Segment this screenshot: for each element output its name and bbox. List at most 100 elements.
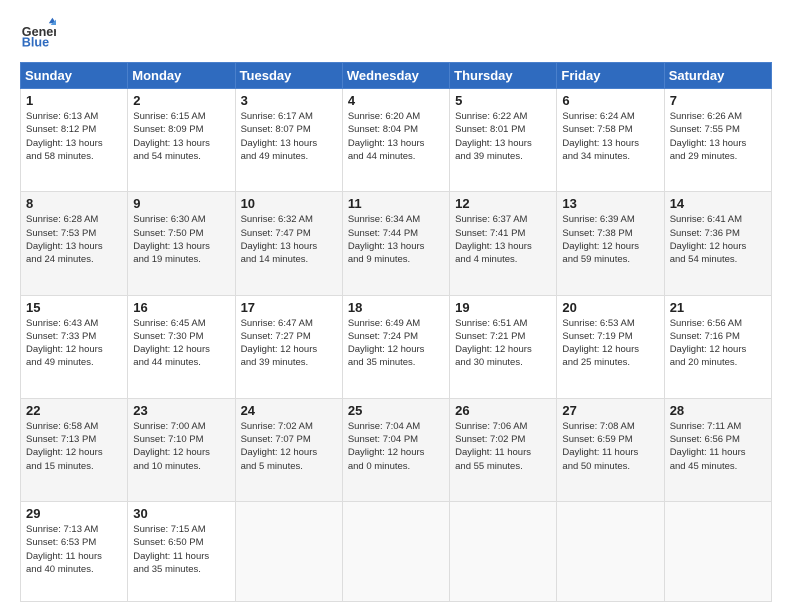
page: General Blue SundayMondayTuesdayWednesda… bbox=[0, 0, 792, 612]
calendar-cell: 4 Sunrise: 6:20 AM Sunset: 8:04 PM Daylig… bbox=[342, 89, 449, 192]
calendar-week-row: 1 Sunrise: 6:13 AM Sunset: 8:12 PM Daylig… bbox=[21, 89, 772, 192]
day-content: Sunrise: 6:53 AM Sunset: 7:19 PM Dayligh… bbox=[562, 317, 658, 370]
day-number: 24 bbox=[241, 403, 337, 418]
day-number: 5 bbox=[455, 93, 551, 108]
day-number: 3 bbox=[241, 93, 337, 108]
calendar-cell: 5 Sunrise: 6:22 AM Sunset: 8:01 PM Daylig… bbox=[450, 89, 557, 192]
day-content: Sunrise: 6:47 AM Sunset: 7:27 PM Dayligh… bbox=[241, 317, 337, 370]
day-content: Sunrise: 6:45 AM Sunset: 7:30 PM Dayligh… bbox=[133, 317, 229, 370]
day-content: Sunrise: 6:28 AM Sunset: 7:53 PM Dayligh… bbox=[26, 213, 122, 266]
calendar-cell bbox=[235, 502, 342, 602]
day-content: Sunrise: 7:13 AM Sunset: 6:53 PM Dayligh… bbox=[26, 523, 122, 576]
weekday-header: Friday bbox=[557, 63, 664, 89]
calendar-cell: 26Sunrise: 7:06 AM Sunset: 7:02 PM Dayli… bbox=[450, 398, 557, 501]
calendar-cell bbox=[342, 502, 449, 602]
day-content: Sunrise: 7:02 AM Sunset: 7:07 PM Dayligh… bbox=[241, 420, 337, 473]
day-number: 20 bbox=[562, 300, 658, 315]
calendar-cell: 7Sunrise: 6:26 AM Sunset: 7:55 PM Daylig… bbox=[664, 89, 771, 192]
calendar-cell: 1 Sunrise: 6:13 AM Sunset: 8:12 PM Daylig… bbox=[21, 89, 128, 192]
day-number: 9 bbox=[133, 196, 229, 211]
day-content: Sunrise: 6:39 AM Sunset: 7:38 PM Dayligh… bbox=[562, 213, 658, 266]
weekday-header: Tuesday bbox=[235, 63, 342, 89]
calendar-cell: 2 Sunrise: 6:15 AM Sunset: 8:09 PM Daylig… bbox=[128, 89, 235, 192]
day-number: 17 bbox=[241, 300, 337, 315]
day-number: 2 bbox=[133, 93, 229, 108]
calendar-week-row: 29 Sunrise: 7:13 AM Sunset: 6:53 PM Dayli… bbox=[21, 502, 772, 602]
day-content: Sunrise: 6:41 AM Sunset: 7:36 PM Dayligh… bbox=[670, 213, 766, 266]
day-content: Sunrise: 6:43 AM Sunset: 7:33 PM Dayligh… bbox=[26, 317, 122, 370]
day-content: Sunrise: 7:15 AM Sunset: 6:50 PM Dayligh… bbox=[133, 523, 229, 576]
day-number: 27 bbox=[562, 403, 658, 418]
day-number: 10 bbox=[241, 196, 337, 211]
day-number: 25 bbox=[348, 403, 444, 418]
day-content: Sunrise: 7:06 AM Sunset: 7:02 PM Dayligh… bbox=[455, 420, 551, 473]
day-number: 30 bbox=[133, 506, 229, 521]
calendar-cell: 15 Sunrise: 6:43 AM Sunset: 7:33 PM Dayli… bbox=[21, 295, 128, 398]
calendar-cell: 23 Sunrise: 7:00 AM Sunset: 7:10 PM Dayli… bbox=[128, 398, 235, 501]
calendar-cell: 14 Sunrise: 6:41 AM Sunset: 7:36 PM Dayli… bbox=[664, 192, 771, 295]
calendar-cell bbox=[450, 502, 557, 602]
logo: General Blue bbox=[20, 16, 56, 52]
weekday-header: Thursday bbox=[450, 63, 557, 89]
svg-text:Blue: Blue bbox=[22, 36, 49, 50]
day-content: Sunrise: 6:34 AM Sunset: 7:44 PM Dayligh… bbox=[348, 213, 444, 266]
calendar-cell: 11 Sunrise: 6:34 AM Sunset: 7:44 PM Dayli… bbox=[342, 192, 449, 295]
day-content: Sunrise: 6:51 AM Sunset: 7:21 PM Dayligh… bbox=[455, 317, 551, 370]
calendar-cell: 9 Sunrise: 6:30 AM Sunset: 7:50 PM Daylig… bbox=[128, 192, 235, 295]
day-number: 29 bbox=[26, 506, 122, 521]
logo-icon: General Blue bbox=[20, 16, 56, 52]
header: General Blue bbox=[20, 16, 772, 52]
calendar-cell: 16 Sunrise: 6:45 AM Sunset: 7:30 PM Dayli… bbox=[128, 295, 235, 398]
calendar-cell: 20 Sunrise: 6:53 AM Sunset: 7:19 PM Dayli… bbox=[557, 295, 664, 398]
calendar-cell: 18 Sunrise: 6:49 AM Sunset: 7:24 PM Dayli… bbox=[342, 295, 449, 398]
calendar-cell bbox=[557, 502, 664, 602]
day-content: Sunrise: 7:11 AM Sunset: 6:56 PM Dayligh… bbox=[670, 420, 766, 473]
day-content: Sunrise: 7:00 AM Sunset: 7:10 PM Dayligh… bbox=[133, 420, 229, 473]
calendar-cell: 22Sunrise: 6:58 AM Sunset: 7:13 PM Dayli… bbox=[21, 398, 128, 501]
calendar-week-row: 22Sunrise: 6:58 AM Sunset: 7:13 PM Dayli… bbox=[21, 398, 772, 501]
day-content: Sunrise: 6:37 AM Sunset: 7:41 PM Dayligh… bbox=[455, 213, 551, 266]
calendar-cell: 10 Sunrise: 6:32 AM Sunset: 7:47 PM Dayli… bbox=[235, 192, 342, 295]
day-number: 15 bbox=[26, 300, 122, 315]
day-number: 4 bbox=[348, 93, 444, 108]
day-content: Sunrise: 6:32 AM Sunset: 7:47 PM Dayligh… bbox=[241, 213, 337, 266]
day-content: Sunrise: 6:30 AM Sunset: 7:50 PM Dayligh… bbox=[133, 213, 229, 266]
day-number: 6 bbox=[562, 93, 658, 108]
calendar-cell: 13 Sunrise: 6:39 AM Sunset: 7:38 PM Dayli… bbox=[557, 192, 664, 295]
calendar-cell: 25Sunrise: 7:04 AM Sunset: 7:04 PM Dayli… bbox=[342, 398, 449, 501]
weekday-header: Wednesday bbox=[342, 63, 449, 89]
day-number: 13 bbox=[562, 196, 658, 211]
day-number: 23 bbox=[133, 403, 229, 418]
day-content: Sunrise: 7:08 AM Sunset: 6:59 PM Dayligh… bbox=[562, 420, 658, 473]
calendar-cell: 30 Sunrise: 7:15 AM Sunset: 6:50 PM Dayli… bbox=[128, 502, 235, 602]
day-number: 14 bbox=[670, 196, 766, 211]
day-content: Sunrise: 6:20 AM Sunset: 8:04 PM Dayligh… bbox=[348, 110, 444, 163]
day-content: Sunrise: 6:49 AM Sunset: 7:24 PM Dayligh… bbox=[348, 317, 444, 370]
calendar-cell: 29 Sunrise: 7:13 AM Sunset: 6:53 PM Dayli… bbox=[21, 502, 128, 602]
calendar-cell: 17 Sunrise: 6:47 AM Sunset: 7:27 PM Dayli… bbox=[235, 295, 342, 398]
day-content: Sunrise: 6:26 AM Sunset: 7:55 PM Dayligh… bbox=[670, 110, 766, 163]
day-number: 1 bbox=[26, 93, 122, 108]
day-content: Sunrise: 6:17 AM Sunset: 8:07 PM Dayligh… bbox=[241, 110, 337, 163]
day-number: 19 bbox=[455, 300, 551, 315]
day-content: Sunrise: 6:24 AM Sunset: 7:58 PM Dayligh… bbox=[562, 110, 658, 163]
weekday-header: Monday bbox=[128, 63, 235, 89]
calendar-cell: 6 Sunrise: 6:24 AM Sunset: 7:58 PM Daylig… bbox=[557, 89, 664, 192]
day-content: Sunrise: 6:58 AM Sunset: 7:13 PM Dayligh… bbox=[26, 420, 122, 473]
calendar-cell: 3 Sunrise: 6:17 AM Sunset: 8:07 PM Daylig… bbox=[235, 89, 342, 192]
calendar-cell: 24 Sunrise: 7:02 AM Sunset: 7:07 PM Dayli… bbox=[235, 398, 342, 501]
calendar-cell: 19 Sunrise: 6:51 AM Sunset: 7:21 PM Dayli… bbox=[450, 295, 557, 398]
calendar-cell bbox=[664, 502, 771, 602]
calendar-cell: 8Sunrise: 6:28 AM Sunset: 7:53 PM Daylig… bbox=[21, 192, 128, 295]
calendar-header-row: SundayMondayTuesdayWednesdayThursdayFrid… bbox=[21, 63, 772, 89]
calendar-cell: 12Sunrise: 6:37 AM Sunset: 7:41 PM Dayli… bbox=[450, 192, 557, 295]
day-content: Sunrise: 6:15 AM Sunset: 8:09 PM Dayligh… bbox=[133, 110, 229, 163]
day-content: Sunrise: 6:22 AM Sunset: 8:01 PM Dayligh… bbox=[455, 110, 551, 163]
day-number: 11 bbox=[348, 196, 444, 211]
calendar-cell: 27 Sunrise: 7:08 AM Sunset: 6:59 PM Dayli… bbox=[557, 398, 664, 501]
weekday-header: Saturday bbox=[664, 63, 771, 89]
day-content: Sunrise: 6:56 AM Sunset: 7:16 PM Dayligh… bbox=[670, 317, 766, 370]
day-number: 18 bbox=[348, 300, 444, 315]
day-content: Sunrise: 6:13 AM Sunset: 8:12 PM Dayligh… bbox=[26, 110, 122, 163]
day-number: 16 bbox=[133, 300, 229, 315]
